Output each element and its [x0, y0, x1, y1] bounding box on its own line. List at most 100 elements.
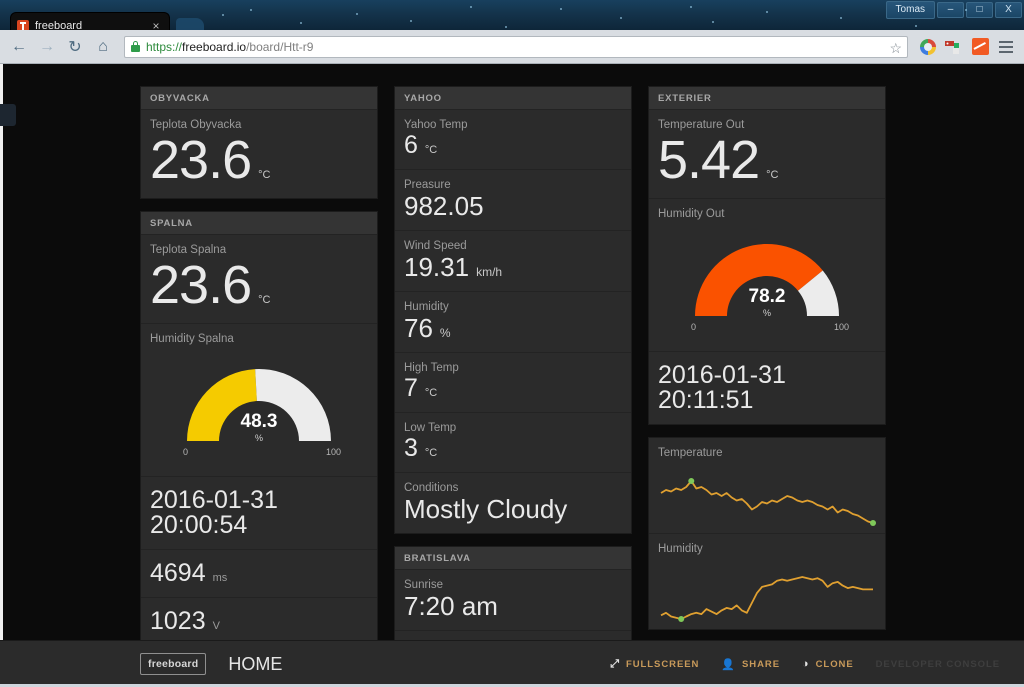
widget-plain-value: 2016-01-31 20:00:54 — [141, 477, 377, 550]
url-scheme: https:// — [146, 40, 182, 54]
gauge-min-label: 0 — [691, 322, 696, 332]
person-icon: 👤 — [721, 658, 736, 671]
analytics-extension-icon[interactable] — [968, 35, 992, 59]
decorative-star — [250, 9, 252, 11]
pane-header-obyvacka: OBYVACKA — [141, 87, 377, 110]
widget-value: 982.05 — [404, 193, 484, 219]
widget-unit: °C — [425, 447, 437, 459]
widget-value: 76 — [404, 315, 433, 341]
gauge: 78.2%0100 — [677, 226, 857, 338]
widget-title: Low Temp — [404, 422, 622, 434]
widget-unit: °C — [258, 294, 270, 306]
widget-plain-value: 4694ms — [141, 550, 377, 598]
sparkline-marker — [688, 478, 694, 484]
widget-value-row: 2016-01-31 20:11:51 — [658, 363, 876, 413]
widget-value: 2016-01-31 20:11:51 — [658, 363, 876, 413]
widget-humidity: Humidity76% — [395, 292, 631, 353]
bookmark-star-icon[interactable]: ☆ — [889, 40, 902, 57]
pane-header-spalna: SPALNA — [141, 212, 377, 235]
widget-value: 3 — [404, 436, 418, 461]
widget-teplota-spalna: Teplota Spalna23.6°C — [141, 235, 377, 324]
widget-unit: °C — [425, 387, 437, 399]
contrast-circle-icon: ◑ — [802, 658, 810, 670]
widget-plain-value: 2016-01-31 20:11:51 — [649, 352, 885, 424]
widget-value-row: 19.31 km/h — [404, 254, 622, 280]
widget-title: Preasure — [404, 179, 622, 191]
widget-wind-speed: Wind Speed 19.31 km/h — [395, 231, 631, 292]
gauge-wrap: 48.3%0100 — [150, 347, 368, 465]
fullscreen-button[interactable]: ⤢ FULLSCREEN — [610, 658, 699, 671]
address-bar[interactable]: https://freeboard.io/board/Htt-r9 ☆ — [124, 36, 908, 58]
widget-teplota-obyvacka: Teplota Obyvacka23.6°C — [141, 110, 377, 198]
widget-title: Humidity Spalna — [150, 333, 368, 345]
datasources-drawer-handle[interactable] — [0, 104, 16, 126]
board-footer: freeboard HOME ⤢ FULLSCREEN 👤 SHARE ◑ CL… — [0, 640, 1024, 687]
decorative-star — [560, 8, 562, 10]
developer-console-label[interactable]: DEVELOPER CONSOLE — [876, 659, 1000, 670]
clone-label: CLONE — [816, 659, 854, 670]
gauge-value: 48.3 — [169, 411, 349, 433]
widget-value-row: 1023V — [150, 609, 368, 634]
reload-icon[interactable]: ↻ — [62, 34, 88, 60]
widget-value-row: 23.6 °C — [150, 258, 368, 312]
dashboard-board: OBYVACKATeplota Obyvacka23.6°CSPALNATepl… — [140, 86, 886, 687]
widget-value: 23.6 — [150, 258, 251, 312]
pane-header-bratislava: BRATISLAVA — [395, 547, 631, 570]
widget-value: 23.6 — [150, 133, 251, 187]
decorative-star — [470, 6, 472, 8]
dashboard-pane: SPALNATeplota Spalna23.6°CHumidity Spaln… — [140, 211, 378, 646]
widget-value-row: 2016-01-31 20:00:54 — [150, 488, 368, 538]
home-icon[interactable]: ⌂ — [90, 34, 116, 60]
widget-value-row: Mostly Cloudy — [404, 496, 622, 522]
footer-actions: ⤢ FULLSCREEN 👤 SHARE ◑ CLONE DEVELOPER C… — [610, 658, 1000, 671]
gauge-max-label: 100 — [834, 322, 849, 332]
decorative-star — [690, 6, 692, 8]
widget-sparkline-temperature: Temperature — [649, 438, 885, 534]
widget-value: 1023 — [150, 609, 206, 634]
dashboard-column: EXTERIERTemperature Out5.42°CHumidity Ou… — [648, 86, 886, 687]
widget-sunrise: Sunrise 7:20 am — [395, 570, 631, 631]
url-path: /board/Htt-r9 — [246, 40, 313, 54]
gauge-unit: % — [677, 308, 857, 318]
widget-value-row: 982.05 — [404, 193, 622, 219]
share-button[interactable]: 👤 SHARE — [721, 658, 780, 671]
widget-value: 4694 — [150, 561, 206, 586]
widget-value: 6 — [404, 133, 418, 158]
widget-plain-value: 1023V — [141, 598, 377, 645]
widget-title: Sunrise — [404, 579, 622, 591]
widget-value: 19.31 — [404, 254, 469, 280]
chrome-menu-icon[interactable] — [994, 35, 1018, 59]
widget-title: Wind Speed — [404, 240, 622, 252]
widget-value-row: 7°C — [404, 376, 622, 401]
widget-value: Mostly Cloudy — [404, 496, 567, 522]
widget-unit: °C — [766, 169, 778, 181]
pane-header-yahoo: YAHOO — [395, 87, 631, 110]
widget-unit: km/h — [476, 265, 502, 279]
forward-icon[interactable]: → — [34, 34, 60, 60]
widget-value-row: 4694ms — [150, 561, 368, 586]
widget-sparkline-humidity: Humidity — [649, 534, 885, 629]
widget-value: 7:20 am — [404, 593, 498, 619]
dashboard-column: YAHOOYahoo Temp6°C Preasure 982.05 Wind Spe… — [394, 86, 632, 687]
gauge-min-label: 0 — [183, 447, 188, 457]
browser-toolbar: ← → ↻ ⌂ https://freeboard.io/board/Htt-r… — [0, 30, 1024, 64]
extension-icon[interactable] — [942, 35, 966, 59]
lock-icon — [131, 41, 140, 52]
dashboard-pane: TemperatureHumidity — [648, 437, 886, 630]
chrome-profile-icon[interactable] — [916, 35, 940, 59]
extension-glyph-icon — [945, 39, 963, 55]
freeboard-logo[interactable]: freeboard — [140, 653, 206, 675]
fullscreen-icon: ⤢ — [610, 658, 620, 671]
back-icon[interactable]: ← — [6, 34, 32, 60]
widget-gauge-humidity-spalna: Humidity Spalna 48.3%0100 — [141, 324, 377, 477]
dashboard-pane: EXTERIERTemperature Out5.42°CHumidity Ou… — [648, 86, 886, 425]
widget-yahoo-temp: Yahoo Temp6°C — [395, 110, 631, 170]
clone-button[interactable]: ◑ CLONE — [802, 658, 854, 670]
sparkline-chart — [658, 455, 876, 529]
widget-value-row: 7:20 am — [404, 593, 622, 619]
widget-unit: % — [440, 326, 451, 340]
widget-low-temp: Low Temp 3 °C — [395, 413, 631, 473]
sparkline-marker — [678, 616, 684, 622]
gauge: 48.3%0100 — [169, 351, 349, 463]
widget-preasure: Preasure 982.05 — [395, 170, 631, 231]
